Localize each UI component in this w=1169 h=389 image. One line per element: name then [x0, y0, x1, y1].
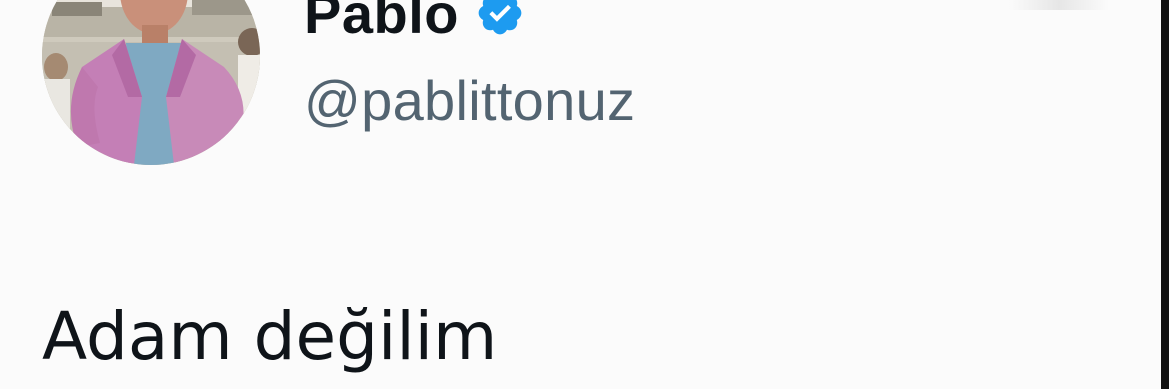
author-handle[interactable]: @pablittonuz — [304, 68, 635, 133]
profile-photo-icon — [42, 0, 260, 165]
author-display-name[interactable]: Pablo — [304, 0, 459, 46]
screenshot-artifact — [1009, 0, 1109, 10]
verified-badge-icon[interactable] — [475, 0, 525, 38]
tweet-card: Pablo @pablittonuz Adam değilim — [0, 0, 1169, 389]
author-name-row: Pablo — [304, 0, 525, 48]
tweet-text: Adam değilim — [42, 298, 498, 375]
author-avatar[interactable] — [42, 0, 260, 165]
screenshot-edge — [1161, 0, 1169, 389]
